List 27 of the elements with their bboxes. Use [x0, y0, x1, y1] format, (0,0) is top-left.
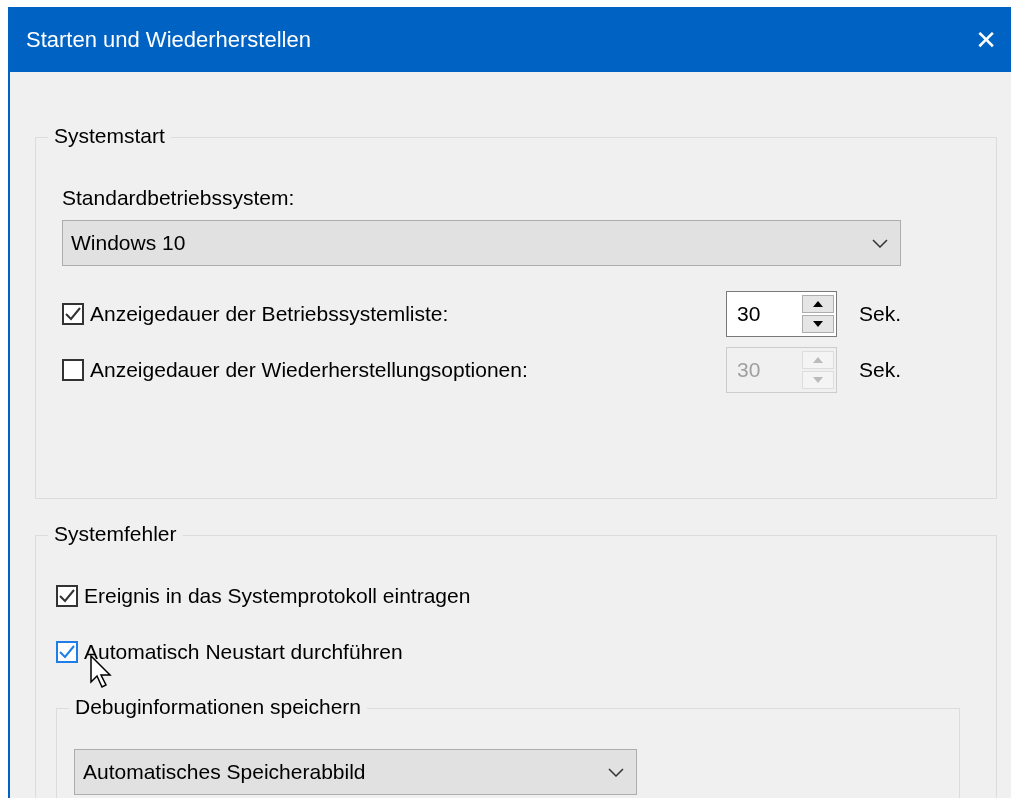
field-label: Standardbetriebssystem: — [62, 186, 295, 210]
dump-type-dropdown[interactable]: Automatisches Speicherabbild — [74, 749, 637, 795]
number-spinner[interactable]: 30 — [725, 291, 837, 337]
triangle-up-icon — [812, 301, 823, 307]
checkbox-label: Ereignis in das Systemprotokoll eintragen — [84, 584, 471, 608]
chevron-down-icon — [872, 238, 888, 248]
unit-label: Sek. — [858, 302, 901, 326]
spinner-value: 30 — [736, 358, 761, 382]
checkbox[interactable] — [56, 585, 78, 607]
os-dropdown[interactable]: Windows 10 — [62, 220, 901, 266]
triangle-down-icon — [812, 377, 823, 383]
spin-down-button[interactable] — [801, 315, 834, 333]
window-title: Starten und Wiederherstellen — [26, 26, 311, 53]
triangle-up-icon — [812, 357, 823, 363]
checkbox-label: Automatisch Neustart durchführen — [84, 640, 403, 664]
dropdown-value: Automatisches Speicherabbild — [83, 760, 366, 784]
checkbox[interactable] — [62, 303, 84, 325]
spinner-value: 30 — [736, 302, 761, 326]
triangle-down-icon — [812, 321, 823, 327]
dropdown-value: Windows 10 — [71, 231, 186, 255]
checkbox-label: Anzeigedauer der Betriebssystemliste: — [90, 302, 449, 326]
close-button[interactable]: ✕ — [971, 24, 1001, 55]
spin-up-button[interactable] — [801, 295, 834, 313]
checkbox-label: Anzeigedauer der Wiederherstellungsoptionen: — [90, 358, 528, 382]
unit-label: Sek. — [858, 358, 901, 382]
chevron-down-icon — [608, 767, 624, 777]
checkbox[interactable] — [56, 641, 78, 663]
